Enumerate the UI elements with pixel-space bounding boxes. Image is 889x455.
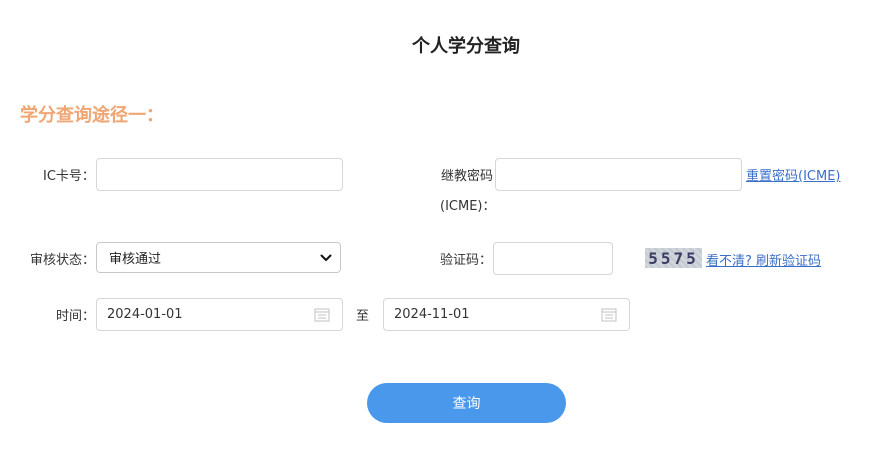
page-title: 个人学分查询: [412, 36, 520, 57]
calendar-icon[interactable]: [601, 307, 617, 322]
end-date-input[interactable]: 2024-11-01: [383, 298, 630, 331]
status-selected-value: 审核通过: [109, 252, 162, 267]
ic-card-input[interactable]: [96, 158, 343, 191]
ic-card-label: IC卡号：: [43, 169, 95, 184]
date-range-separator: 至: [356, 309, 370, 324]
end-date-value: 2024-11-01: [394, 307, 470, 322]
password-label-line1: 继教密码: [441, 169, 494, 184]
captcha-image[interactable]: 5575: [645, 248, 702, 268]
status-label: 审核状态：: [30, 253, 96, 268]
start-date-value: 2024-01-01: [107, 307, 183, 322]
password-input[interactable]: [495, 158, 742, 191]
refresh-captcha-link[interactable]: 看不清? 刷新验证码: [706, 250, 821, 269]
chevron-down-icon: [320, 254, 332, 262]
time-label: 时间：: [56, 309, 96, 324]
status-select[interactable]: 审核通过: [96, 242, 341, 273]
captcha-image-text: 5575: [648, 248, 699, 268]
reset-password-link[interactable]: 重置密码(ICME): [746, 165, 841, 184]
calendar-icon[interactable]: [314, 307, 330, 322]
query-button[interactable]: 查询: [367, 383, 566, 423]
password-label-line2: (ICME)：: [440, 199, 496, 214]
captcha-label: 验证码：: [440, 253, 493, 268]
start-date-input[interactable]: 2024-01-01: [96, 298, 343, 331]
section-title: 学分查询途径一：: [20, 105, 164, 126]
captcha-input[interactable]: [493, 242, 613, 275]
